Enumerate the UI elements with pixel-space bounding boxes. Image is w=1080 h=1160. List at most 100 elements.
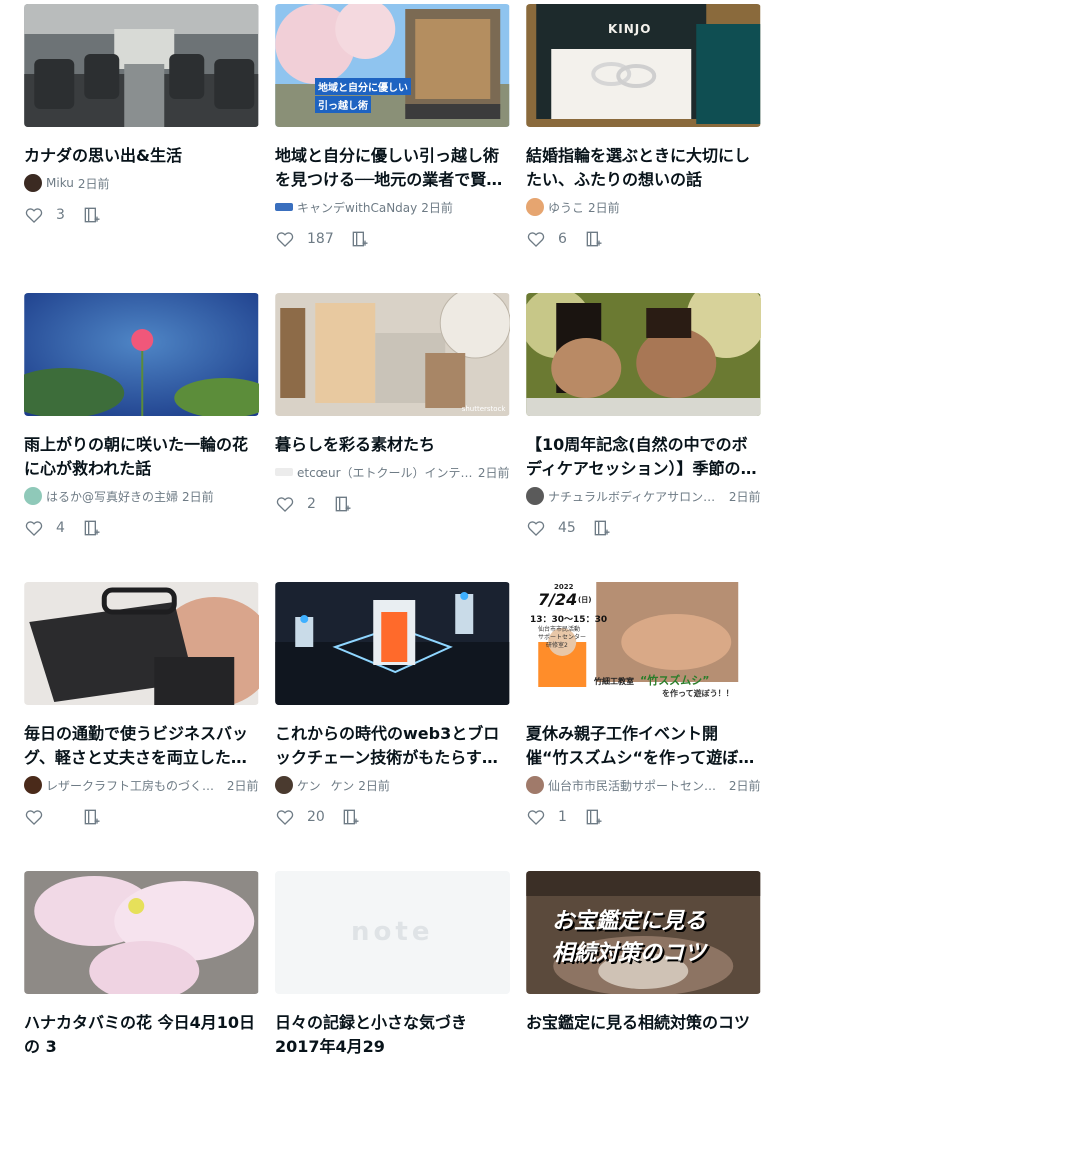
- article-card: ハナカタバミの花 今日4月10日の 3: [24, 871, 259, 1160]
- article-card: 地域と自分に優しい 引っ越し術 地域と自分に優しい引っ越し術を見つける──地元の…: [275, 4, 510, 293]
- article-author: ナチュラルボディケアサロン・ホリスティックセラピストみさき 2日前: [526, 486, 761, 506]
- publish-date: 2日前: [182, 489, 214, 504]
- article-title[interactable]: 毎日の通勤で使うビジネスバッグ、軽さと丈夫さを両立した革製品を探して見つけた一品…: [24, 722, 259, 770]
- publish-date: 2日前: [588, 200, 620, 215]
- thumbnail-caption: お宝鑑定に見る: [552, 909, 707, 934]
- article-title[interactable]: 日々の記録と小さな気づき 2017年4月29: [275, 1011, 510, 1059]
- like-count: 1: [558, 809, 567, 825]
- add-to-magazine-icon[interactable]: [341, 807, 361, 827]
- publish-date: 2日前: [477, 465, 510, 480]
- article-title[interactable]: ハナカタバミの花 今日4月10日の 3: [24, 1011, 259, 1059]
- author-avatar[interactable]: [275, 468, 293, 476]
- article-thumbnail[interactable]: [526, 293, 761, 416]
- publish-date: 2日前: [77, 176, 110, 191]
- article-card: 毎日の通勤で使うビジネスバッグ、軽さと丈夫さを両立した革製品を探して見つけた一品…: [24, 582, 259, 871]
- heart-icon[interactable]: [24, 807, 44, 827]
- author-name[interactable]: キャンデwithCaNday: [297, 199, 417, 216]
- author-name[interactable]: ケン: [297, 777, 321, 794]
- heart-icon[interactable]: [526, 807, 546, 827]
- article-author: Miku 2日前: [24, 173, 259, 193]
- heart-icon[interactable]: [275, 494, 295, 514]
- brand-logo: KINJO: [608, 22, 652, 36]
- article-thumbnail[interactable]: shutterstock: [275, 293, 510, 416]
- publish-date: 2日前: [226, 778, 259, 793]
- article-title[interactable]: お宝鑑定に見る相続対策のコツ: [526, 1011, 761, 1035]
- author-name[interactable]: はるか@写真好きの主婦: [46, 488, 178, 505]
- publish-date: 2日前: [728, 778, 761, 793]
- article-author: ゆうこ 2日前: [526, 197, 761, 217]
- author-name[interactable]: Miku: [46, 176, 74, 190]
- author-avatar[interactable]: [526, 198, 544, 216]
- heart-icon[interactable]: [275, 229, 295, 249]
- thumbnail-caption: 竹細工教室: [594, 677, 634, 686]
- article-card: 雨上がりの朝に咲いた一輪の花に心が救われた話 はるか@写真好きの主婦 2日前 4: [24, 293, 259, 582]
- article-title[interactable]: 【10周年記念(自然の中でのボディケアセッション）】季節の移ろいと心身の整え方: [526, 433, 761, 481]
- like-count: 2: [307, 496, 316, 512]
- article-card: お宝鑑定に見る 相続対策のコツ お宝鑑定に見る相続対策のコツ: [526, 871, 761, 1160]
- author-name[interactable]: ゆうこ: [548, 199, 584, 216]
- thumbnail-caption: “竹スズムシ”: [640, 674, 710, 687]
- add-to-magazine-icon[interactable]: [350, 229, 370, 249]
- article-thumbnail[interactable]: 2022 7/24 (日) 13：30〜15：30 仙台市市民活動 サポートセン…: [526, 582, 761, 705]
- article-actions: 45: [526, 518, 761, 538]
- author-display-name[interactable]: ケン: [331, 777, 355, 794]
- article-card: 【10周年記念(自然の中でのボディケアセッション）】季節の移ろいと心身の整え方 …: [526, 293, 761, 582]
- heart-icon[interactable]: [526, 518, 546, 538]
- publish-date: 2日前: [421, 200, 453, 215]
- article-author: 仙台市市民活動サポートセンター 2日前: [526, 775, 761, 795]
- add-to-magazine-icon[interactable]: [592, 518, 612, 538]
- like-count: 20: [307, 809, 325, 825]
- author-avatar[interactable]: [24, 776, 42, 794]
- thumbnail-caption: 地域と自分に優しい: [315, 78, 411, 95]
- article-author: ケン ケン 2日前: [275, 775, 510, 795]
- heart-icon[interactable]: [24, 518, 44, 538]
- article-title[interactable]: 地域と自分に優しい引っ越し術を見つける──地元の業者で賢く引っ越しを計画: [275, 144, 510, 192]
- add-to-magazine-icon[interactable]: [584, 807, 604, 827]
- thumbnail-caption: 相続対策のコツ: [552, 941, 707, 966]
- add-to-magazine-icon[interactable]: [82, 518, 102, 538]
- thumbnail-caption: 7/24: [538, 590, 578, 609]
- author-avatar[interactable]: [24, 487, 42, 505]
- article-title[interactable]: カナダの思い出&生活: [24, 144, 259, 168]
- author-avatar[interactable]: [275, 203, 293, 211]
- heart-icon[interactable]: [24, 205, 44, 225]
- add-to-magazine-icon[interactable]: [333, 494, 353, 514]
- article-thumbnail[interactable]: [24, 871, 259, 994]
- publish-date: 2日前: [358, 778, 390, 793]
- author-avatar[interactable]: [275, 776, 293, 794]
- article-thumbnail[interactable]: [24, 293, 259, 416]
- article-thumbnail[interactable]: note: [275, 871, 510, 994]
- heart-icon[interactable]: [526, 229, 546, 249]
- article-actions: 20: [275, 807, 510, 827]
- thumbnail-caption: 研修室2: [546, 642, 568, 649]
- article-title[interactable]: 夏休み親子工作イベント開催“竹スズムシ“を作って遊ぼう！竹細工教室のご案内: [526, 722, 761, 770]
- like-count: 45: [558, 520, 576, 536]
- thumbnail-caption: (日): [578, 596, 592, 604]
- author-name[interactable]: 仙台市市民活動サポートセンター: [548, 777, 725, 794]
- article-title[interactable]: 暮らしを彩る素材たち: [275, 433, 510, 457]
- author-name[interactable]: ナチュラルボディケアサロン・ホリスティックセラピストみさき: [548, 488, 725, 505]
- article-thumbnail[interactable]: 地域と自分に優しい 引っ越し術: [275, 4, 510, 127]
- article-actions: 3: [24, 205, 259, 225]
- article-title[interactable]: これからの時代のweb3とブロックチェーン技術がもたらす新しい社会の形について: [275, 722, 510, 770]
- article-thumbnail[interactable]: [24, 4, 259, 127]
- add-to-magazine-icon[interactable]: [82, 807, 102, 827]
- article-author: レザークラフト工房ものづくり日記 2日前: [24, 775, 259, 795]
- author-avatar[interactable]: [526, 487, 544, 505]
- article-title[interactable]: 結婚指輪を選ぶときに大切にしたい、ふたりの想いの話: [526, 144, 761, 192]
- author-avatar[interactable]: [24, 174, 42, 192]
- article-thumbnail[interactable]: [24, 582, 259, 705]
- author-avatar[interactable]: [526, 776, 544, 794]
- article-title[interactable]: 雨上がりの朝に咲いた一輪の花に心が救われた話: [24, 433, 259, 481]
- article-thumbnail[interactable]: お宝鑑定に見る 相続対策のコツ: [526, 871, 761, 994]
- article-grid: カナダの思い出&生活 Miku 2日前 3 地域と自分に優しい 引っ越し術 地域…: [24, 4, 761, 1160]
- heart-icon[interactable]: [275, 807, 295, 827]
- add-to-magazine-icon[interactable]: [584, 229, 604, 249]
- like-count: 3: [56, 207, 65, 223]
- author-name[interactable]: レザークラフト工房ものづくり日記: [46, 777, 223, 794]
- add-to-magazine-icon[interactable]: [82, 205, 102, 225]
- article-thumbnail[interactable]: KINJO: [526, 4, 761, 127]
- author-name[interactable]: etcœur（エトクール）インテリアデザイン事務所: [297, 464, 474, 481]
- article-thumbnail[interactable]: [275, 582, 510, 705]
- article-actions: [24, 807, 259, 827]
